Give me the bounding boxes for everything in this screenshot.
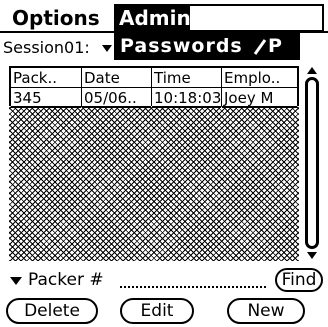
menu-item-passwords-shortcut: P (252, 33, 282, 59)
find-button[interactable]: Find (275, 268, 323, 292)
new-button[interactable]: New (227, 298, 305, 324)
command-stroke-icon (253, 38, 267, 55)
menu-item-passwords[interactable]: Passwords (120, 33, 243, 59)
column-header-pack[interactable]: Pack.. (11, 68, 81, 88)
edit-button[interactable]: Edit (120, 298, 194, 324)
shortcut-letter: P (268, 35, 282, 57)
table-cell-date[interactable]: 05/06.. (82, 88, 151, 108)
column-divider (81, 68, 82, 106)
table-cell-pack[interactable]: 345 (11, 88, 81, 108)
session-dropdown-icon[interactable] (102, 45, 112, 52)
scroll-up-arrow-icon[interactable] (307, 67, 317, 74)
menu-admin[interactable]: Admin (114, 4, 191, 32)
column-header-employee[interactable]: Emplo.. (222, 68, 297, 88)
packer-input[interactable] (120, 286, 266, 288)
menu-options[interactable]: Options (12, 6, 100, 30)
table-empty-area (9, 106, 299, 261)
column-divider (151, 68, 152, 106)
session-selector[interactable]: Session01: (3, 38, 90, 58)
scroll-down-arrow-icon[interactable] (307, 252, 317, 259)
table-cell-employee[interactable]: Joey M (222, 88, 297, 108)
menu-bar-extension (190, 4, 324, 32)
column-header-time[interactable]: Time (152, 68, 221, 88)
delete-button[interactable]: Delete (6, 298, 98, 324)
table-cell-time[interactable]: 10:18:03 (152, 88, 221, 108)
column-header-date[interactable]: Date (82, 68, 151, 88)
column-divider (221, 68, 222, 106)
packer-dropdown-icon[interactable] (10, 277, 22, 285)
scrollbar-thumb[interactable] (305, 77, 319, 249)
packer-label[interactable]: Packer # (28, 269, 104, 291)
